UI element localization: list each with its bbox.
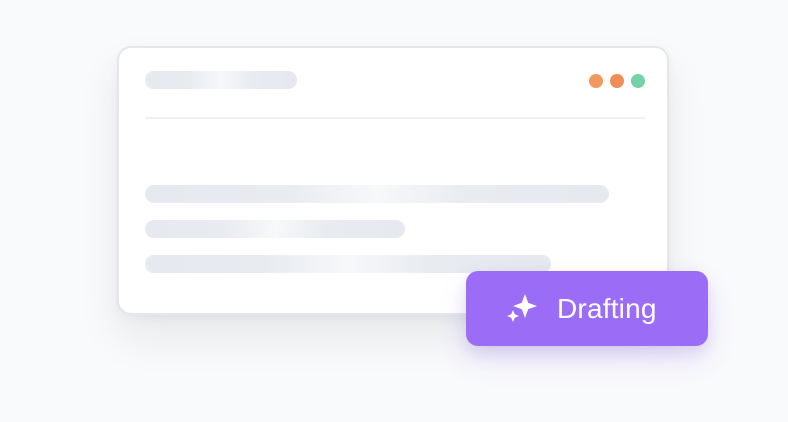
title-skeleton	[145, 71, 297, 89]
drafting-status-badge: Drafting	[466, 271, 708, 346]
window-dot-orange-secondary	[610, 74, 624, 88]
window-controls	[589, 74, 645, 88]
window-dot-orange	[589, 74, 603, 88]
drafting-status-label: Drafting	[557, 292, 657, 324]
sparkles-icon	[507, 293, 537, 322]
content-skeleton-line-2	[145, 220, 405, 238]
header-divider	[145, 117, 645, 119]
content-skeleton-line-1	[145, 185, 609, 203]
window-dot-green	[631, 74, 645, 88]
